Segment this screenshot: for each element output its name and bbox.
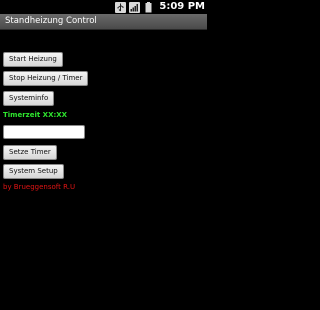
battery-icon <box>143 1 154 13</box>
set-timer-button[interactable]: Setze Timer <box>3 145 57 160</box>
system-setup-button[interactable]: System Setup <box>3 164 64 179</box>
app-title: Standheizung Control <box>5 16 97 26</box>
timer-input[interactable] <box>3 125 85 139</box>
usb-icon <box>115 1 127 13</box>
systeminfo-button[interactable]: Systeminfo <box>3 91 55 106</box>
signal-icon <box>129 1 141 13</box>
start-heating-button[interactable]: Start Heizung <box>3 52 63 67</box>
title-bar: Standheizung Control <box>0 14 207 30</box>
stop-heating-timer-button[interactable]: Stop Heizung / Timer <box>3 71 89 86</box>
status-icons: 5:09 PM <box>115 0 205 14</box>
credit-text: by Brueggensoft R.U <box>3 183 76 191</box>
timer-label: Timerzeit XX:XX <box>3 111 68 119</box>
status-time: 5:09 PM <box>159 1 205 12</box>
status-bar: 5:09 PM <box>0 0 207 14</box>
